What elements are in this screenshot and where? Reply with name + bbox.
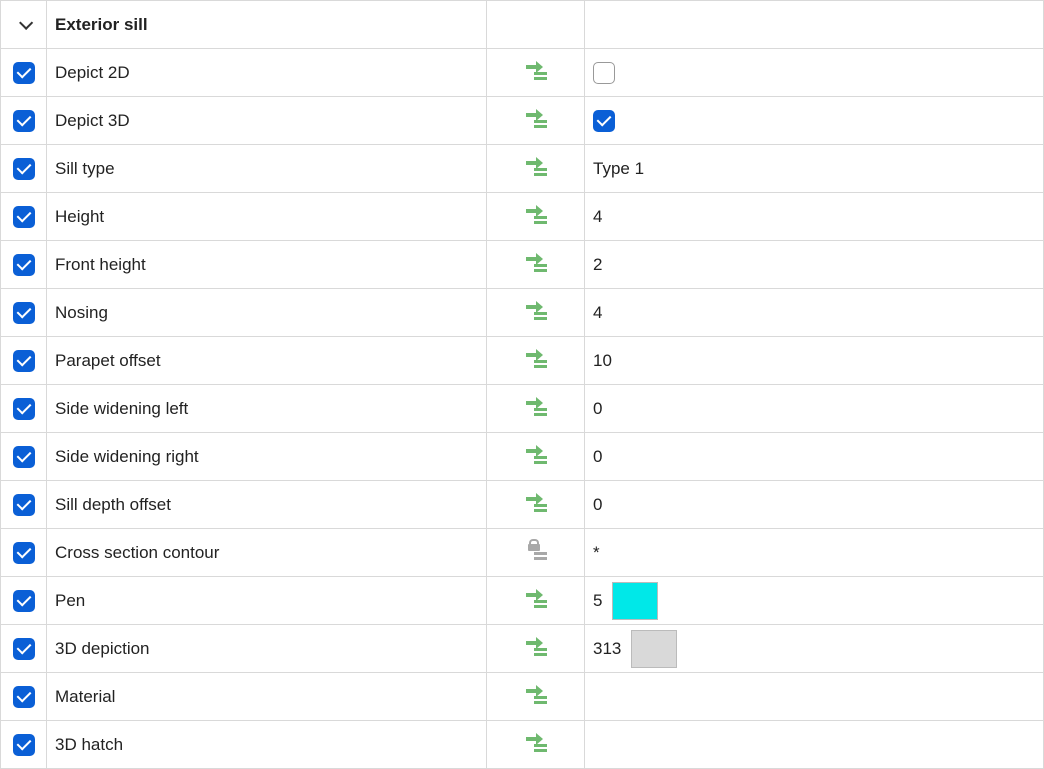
value-text[interactable]: 4 <box>593 303 602 322</box>
property-label: Side widening right <box>55 447 199 466</box>
color-swatch[interactable] <box>631 630 677 668</box>
property-label: Cross section contour <box>55 543 219 562</box>
transfer-icon[interactable] <box>524 683 548 705</box>
value-text[interactable]: 5 <box>593 591 602 611</box>
property-row: Nosing 4 <box>1 289 1044 337</box>
property-label: Material <box>55 687 115 706</box>
value-text[interactable]: Type 1 <box>593 159 644 178</box>
enable-checkbox[interactable] <box>13 590 35 612</box>
property-label: Sill depth offset <box>55 495 171 514</box>
property-row: 3D depiction 313 <box>1 625 1044 673</box>
transfer-icon[interactable] <box>524 203 548 225</box>
enable-checkbox[interactable] <box>13 542 35 564</box>
value-checkbox[interactable] <box>593 62 615 84</box>
property-row: Sill depth offset 0 <box>1 481 1044 529</box>
enable-checkbox[interactable] <box>13 206 35 228</box>
transfer-icon[interactable] <box>524 731 548 753</box>
transfer-icon[interactable] <box>524 347 548 369</box>
property-label: Depict 2D <box>55 63 130 82</box>
transfer-icon[interactable] <box>524 635 548 657</box>
property-label: Pen <box>55 591 85 610</box>
transfer-icon[interactable] <box>524 443 548 465</box>
property-label: Parapet offset <box>55 351 161 370</box>
transfer-icon[interactable] <box>524 107 548 129</box>
enable-checkbox[interactable] <box>13 110 35 132</box>
property-label: 3D hatch <box>55 735 123 754</box>
properties-table: Exterior sill Depict 2D Depict 3D Sill typ… <box>0 0 1044 769</box>
property-row: Height 4 <box>1 193 1044 241</box>
property-row: Material <box>1 673 1044 721</box>
transfer-icon[interactable] <box>524 299 548 321</box>
color-swatch[interactable] <box>612 582 658 620</box>
property-row: Depict 3D <box>1 97 1044 145</box>
property-label: Sill type <box>55 159 115 178</box>
section-header-row[interactable]: Exterior sill <box>1 1 1044 49</box>
value-text[interactable]: 4 <box>593 207 602 226</box>
enable-checkbox[interactable] <box>13 398 35 420</box>
enable-checkbox[interactable] <box>13 734 35 756</box>
enable-checkbox[interactable] <box>13 686 35 708</box>
transfer-icon[interactable] <box>524 251 548 273</box>
transfer-icon[interactable] <box>524 395 548 417</box>
value-checkbox[interactable] <box>593 110 615 132</box>
property-row: Side widening right 0 <box>1 433 1044 481</box>
enable-checkbox[interactable] <box>13 446 35 468</box>
transfer-icon[interactable] <box>524 587 548 609</box>
property-label: Depict 3D <box>55 111 130 130</box>
property-row: Front height 2 <box>1 241 1044 289</box>
property-label: Nosing <box>55 303 108 322</box>
value-text[interactable]: 0 <box>593 447 602 466</box>
enable-checkbox[interactable] <box>13 62 35 84</box>
property-row: Side widening left 0 <box>1 385 1044 433</box>
enable-checkbox[interactable] <box>13 158 35 180</box>
transfer-icon[interactable] <box>524 491 548 513</box>
property-row: Cross section contour * <box>1 529 1044 577</box>
transfer-icon[interactable] <box>524 59 548 81</box>
property-label: Height <box>55 207 104 226</box>
property-label: Side widening left <box>55 399 188 418</box>
property-label: 3D depiction <box>55 639 150 658</box>
property-label: Front height <box>55 255 146 274</box>
property-row: Parapet offset 10 <box>1 337 1044 385</box>
property-row: Pen 5 <box>1 577 1044 625</box>
value-text[interactable]: * <box>593 543 600 562</box>
chevron-down-icon[interactable] <box>19 15 33 29</box>
enable-checkbox[interactable] <box>13 350 35 372</box>
value-text[interactable]: 2 <box>593 255 602 274</box>
section-title: Exterior sill <box>55 15 148 34</box>
enable-checkbox[interactable] <box>13 302 35 324</box>
property-row: 3D hatch <box>1 721 1044 769</box>
value-text[interactable]: 10 <box>593 351 612 370</box>
value-text[interactable]: 313 <box>593 639 621 659</box>
property-row: Depict 2D <box>1 49 1044 97</box>
property-row: Sill type Type 1 <box>1 145 1044 193</box>
value-text[interactable]: 0 <box>593 495 602 514</box>
enable-checkbox[interactable] <box>13 254 35 276</box>
value-text[interactable]: 0 <box>593 399 602 418</box>
lock-icon <box>524 539 548 561</box>
enable-checkbox[interactable] <box>13 494 35 516</box>
enable-checkbox[interactable] <box>13 638 35 660</box>
transfer-icon[interactable] <box>524 155 548 177</box>
